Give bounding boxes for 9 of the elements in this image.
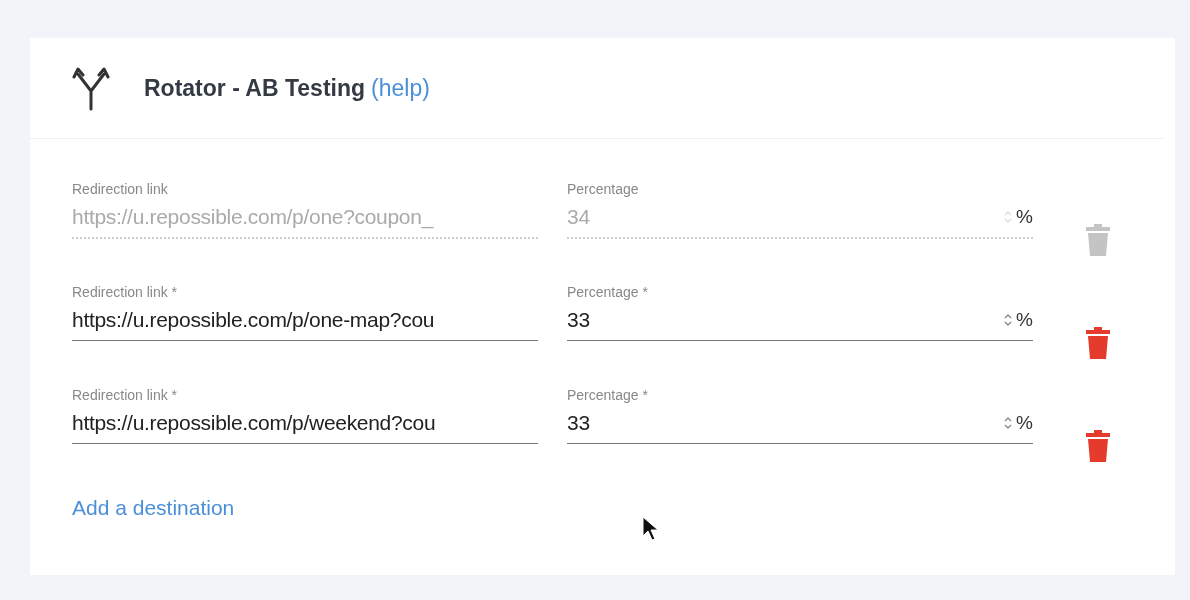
stepper-arrows-icon[interactable] (1004, 313, 1013, 327)
split-arrows-icon (72, 65, 110, 111)
link-input-field[interactable]: Redirection link * https://u.repossible.com/p/one-map?cou (72, 284, 538, 341)
percentage-input-field[interactable]: Percentage * 33 % (567, 284, 1033, 341)
percentage-input-field[interactable]: Percentage * 33 % (567, 387, 1033, 444)
link-input-field[interactable]: Redirection link * https://u.repossible.com/p/weekend?cou (72, 387, 538, 444)
card-title: Rotator - AB Testing (144, 74, 366, 102)
mouse-pointer-icon (642, 516, 660, 542)
stepper-arrows-icon[interactable] (1004, 416, 1013, 430)
